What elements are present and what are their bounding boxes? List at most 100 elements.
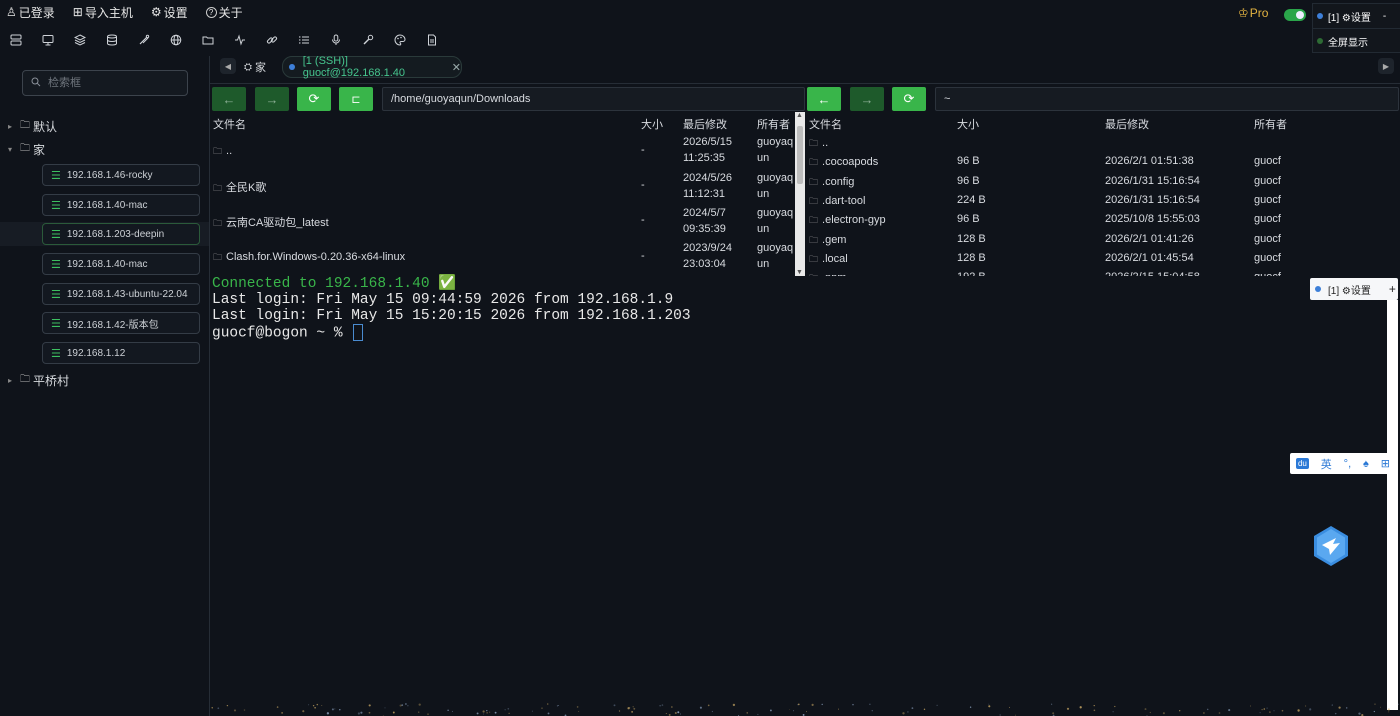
background-light-dot	[1202, 712, 1205, 714]
background-light-dot	[757, 713, 759, 715]
theme-toggle[interactable]	[1284, 9, 1306, 21]
forward-button[interactable]: →	[255, 87, 289, 111]
background-light-dot	[489, 711, 491, 713]
pro-badge[interactable]: ♔ Pro	[1238, 6, 1268, 20]
host-item[interactable]: ☰ 192.168.1.12	[42, 342, 200, 364]
remote-col-modified[interactable]: 最后修改	[1105, 116, 1149, 132]
menu-logged-in[interactable]: ♙ 已登录	[6, 4, 55, 21]
local-col-name[interactable]: 文件名	[213, 116, 246, 132]
microphone-icon[interactable]	[324, 28, 348, 52]
palette-icon[interactable]	[388, 28, 412, 52]
back-button[interactable]: ←	[212, 87, 246, 111]
window-popup-label: [1] ⚙设置	[1328, 12, 1371, 24]
host-item-selected[interactable]: ☰ 192.168.1.203-deepin	[42, 223, 200, 245]
status-dot-icon	[1317, 13, 1323, 19]
remote-back-button[interactable]: ←	[807, 87, 841, 111]
remote-col-name[interactable]: 文件名	[809, 116, 842, 132]
tools-icon[interactable]	[132, 28, 156, 52]
local-col-size[interactable]: 大小	[641, 116, 663, 132]
tree-button[interactable]: ⊏	[339, 87, 373, 111]
file-name: ..	[822, 137, 829, 149]
bird-logo-icon[interactable]	[1312, 525, 1350, 567]
file-name: 云南CA驱动包_latest	[226, 217, 329, 229]
file-owner: guoyaq	[757, 136, 794, 148]
window-popup-settings-row[interactable]: [1] ⚙设置 -	[1313, 4, 1400, 28]
local-col-owner[interactable]: 所有者	[757, 116, 790, 132]
host-label: 192.168.1.43-ubuntu-22.04	[66, 288, 188, 300]
background-light-dot	[314, 706, 316, 709]
wrench-icon[interactable]	[356, 28, 380, 52]
local-path-input[interactable]: /home/guoyaqun/Downloads	[382, 87, 805, 111]
ime-menu-icon[interactable]: ⊞	[1381, 457, 1390, 470]
scroll-down-icon[interactable]: ▼	[796, 269, 803, 276]
folder-icon[interactable]	[196, 28, 220, 52]
local-list-scrollbar[interactable]: ▲ ▼	[795, 112, 805, 276]
tab-scroll-left-button[interactable]: ◀	[220, 58, 236, 74]
ime-skin-icon[interactable]: ♠	[1363, 458, 1369, 470]
server-list-icon[interactable]	[4, 28, 28, 52]
background-light-dot	[1114, 705, 1116, 708]
background-light-dot	[302, 710, 305, 713]
layers-icon[interactable]	[68, 28, 92, 52]
scroll-up-icon[interactable]: ▲	[796, 112, 803, 119]
activity-icon[interactable]	[228, 28, 252, 52]
group-home[interactable]: ▾ 🗀 家	[8, 141, 45, 158]
ime-logo-icon[interactable]: du	[1295, 458, 1309, 469]
group-pingqiaocun[interactable]: ▸ 🗀 平桥村	[8, 372, 69, 389]
host-item[interactable]: ☰ 192.168.1.46-rocky	[42, 164, 200, 186]
remote-forward-button[interactable]: →	[850, 87, 884, 111]
tab-scroll-right-button[interactable]: ▶	[1378, 58, 1394, 74]
menu-about[interactable]: ? 关于	[205, 4, 243, 21]
host-item[interactable]: ☰ 192.168.1.40-mac	[42, 194, 200, 216]
background-light-dot	[911, 707, 914, 709]
terminal[interactable]: Connected to 192.168.1.40 ✅ Last login: …	[212, 276, 1302, 376]
background-light-dot	[243, 709, 246, 711]
database-icon[interactable]	[100, 28, 124, 52]
close-icon[interactable]: ✕	[452, 61, 461, 74]
file-time: 11:12:31	[683, 188, 726, 200]
list-icon[interactable]	[292, 28, 316, 52]
chevron-right-icon: ▸	[8, 376, 13, 385]
host-item[interactable]: ☰ 192.168.1.40-mac	[42, 253, 200, 275]
background-light-dot	[732, 703, 736, 707]
search-input[interactable]	[46, 76, 170, 90]
refresh-button[interactable]: ⟳	[297, 87, 331, 111]
minimize-button[interactable]: -	[1383, 11, 1386, 22]
background-light-dot	[281, 712, 283, 714]
remote-col-size[interactable]: 大小	[957, 116, 979, 132]
terminal-scrollbar[interactable]	[1387, 300, 1398, 710]
globe-icon[interactable]	[164, 28, 188, 52]
background-light-dot	[1266, 707, 1268, 709]
document-icon[interactable]	[420, 28, 444, 52]
file-name: Clash.for.Windows-0.20.36-x64-linux	[226, 251, 406, 263]
remote-refresh-button[interactable]: ⟳	[892, 87, 926, 111]
scrollbar-thumb[interactable]	[797, 126, 803, 184]
ime-punct-toggle[interactable]: °,	[1344, 458, 1351, 470]
background-light-dot	[632, 706, 634, 708]
host-label: 192.168.1.40-mac	[66, 199, 148, 211]
file-size: 96 B	[957, 155, 980, 168]
remote-path-input[interactable]: ~	[935, 87, 1399, 111]
terminal-settings-popup[interactable]: [1] ⚙设置 +	[1310, 278, 1398, 300]
background-light-dot	[1079, 706, 1082, 709]
host-item[interactable]: ☰ 192.168.1.43-ubuntu-22.04	[42, 283, 200, 305]
background-light-dot	[1334, 712, 1337, 715]
pro-label: Pro	[1249, 6, 1269, 20]
background-light-dot	[1309, 708, 1312, 711]
local-col-modified[interactable]: 最后修改	[683, 116, 727, 132]
monitor-icon[interactable]	[36, 28, 60, 52]
host-item[interactable]: ☰ 192.168.1.42-版本包	[42, 312, 200, 334]
folder-icon: 🗀	[213, 252, 223, 262]
menu-settings[interactable]: ⚙ 设置	[151, 4, 188, 21]
home-tab[interactable]: ⛭ 家	[244, 57, 266, 77]
add-button[interactable]: +	[1389, 282, 1396, 296]
fullscreen-row[interactable]: 全屏显示	[1313, 28, 1400, 53]
ssh-session-tab[interactable]: [1 (SSH)] guocf@192.168.1.40 ✕	[282, 55, 462, 79]
menu-import-host[interactable]: ⊞ 导入主机	[73, 4, 133, 21]
status-dot-icon	[1317, 38, 1323, 44]
ime-lang-toggle[interactable]: 英	[1321, 456, 1332, 472]
background-light-dot	[541, 707, 543, 709]
link-icon[interactable]	[260, 28, 284, 52]
remote-col-owner[interactable]: 所有者	[1254, 116, 1287, 132]
group-default[interactable]: ▸ 🗀 默认	[8, 118, 57, 135]
